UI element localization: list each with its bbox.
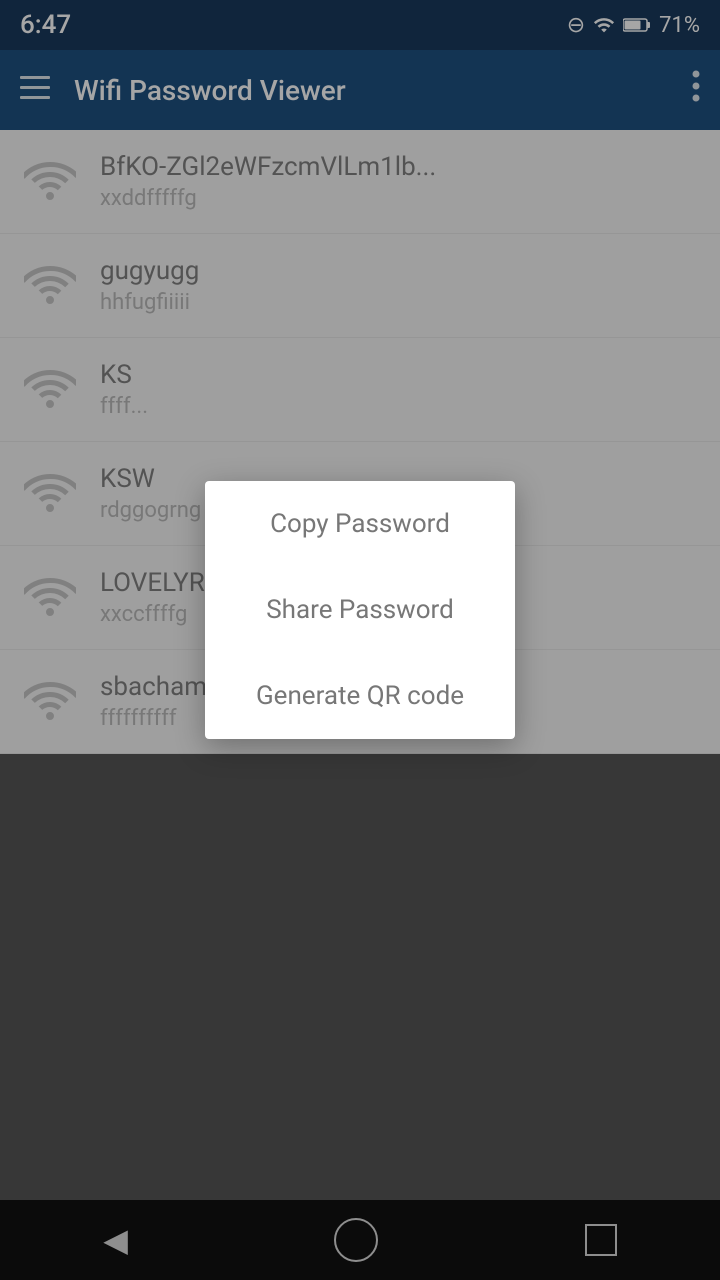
share-password-button[interactable]: Share Password — [205, 567, 515, 653]
generate-qr-button[interactable]: Generate QR code — [205, 653, 515, 739]
context-menu-dialog: Copy Password Share Password Generate QR… — [205, 481, 515, 739]
dialog-overlay[interactable]: Copy Password Share Password Generate QR… — [0, 0, 720, 1280]
copy-password-button[interactable]: Copy Password — [205, 481, 515, 567]
